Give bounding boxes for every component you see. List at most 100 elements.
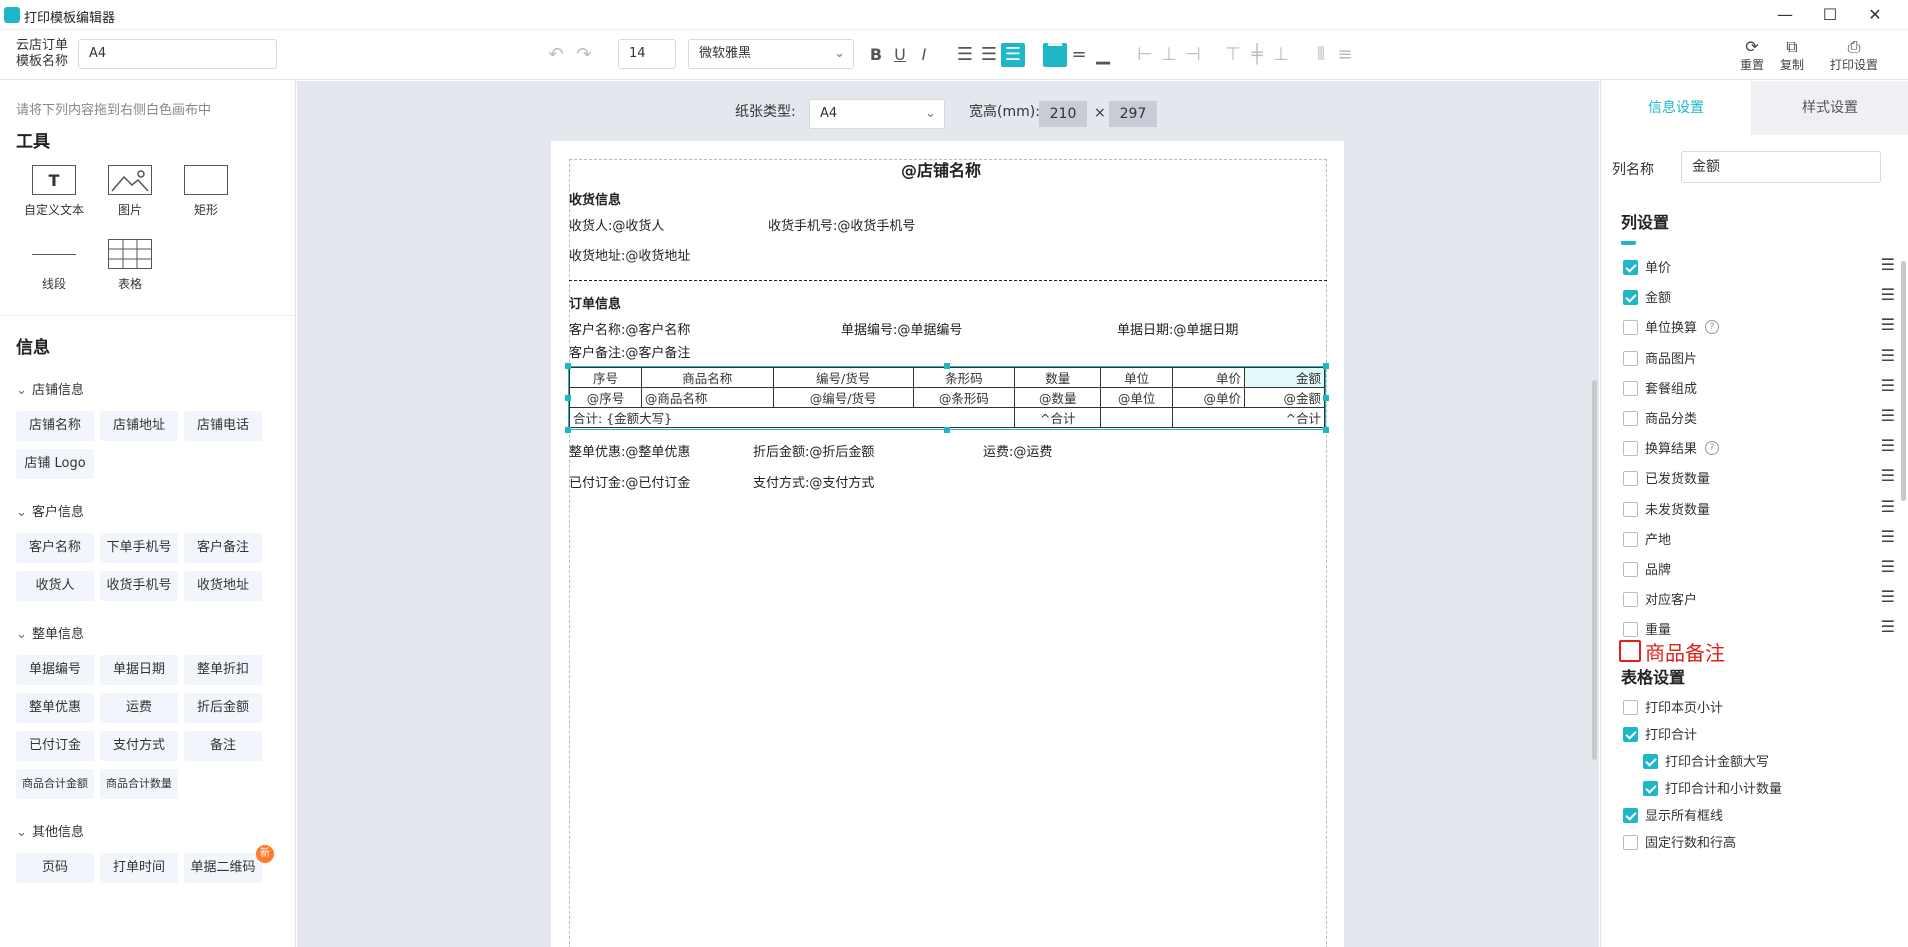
table-option[interactable]: 显示所有框线 — [1623, 803, 1895, 827]
chip-customer-name[interactable]: 客户名称 — [16, 533, 94, 563]
separator-line[interactable] — [569, 280, 1327, 281]
resize-handle[interactable] — [1323, 427, 1329, 433]
column-checkbox[interactable] — [1623, 531, 1638, 547]
chip-shop-phone[interactable]: 店铺电话 — [184, 411, 262, 441]
freight-field[interactable]: 运费:@运费 — [983, 441, 1052, 460]
resize-handle[interactable] — [565, 363, 571, 369]
drag-handle-icon[interactable]: ☰ — [1881, 406, 1895, 425]
help-icon[interactable]: ? — [1705, 320, 1719, 335]
chip-shop-logo[interactable]: 店铺 Logo — [16, 449, 94, 479]
after-discount-field[interactable]: 折后金额:@折后金额 — [753, 441, 874, 460]
doc-date-field[interactable]: 单据日期:@单据日期 — [1117, 319, 1238, 338]
print-settings-button[interactable]: ⎙ 打印设置 — [1830, 38, 1878, 73]
tool-custom-text[interactable]: T 自定义文本 — [14, 165, 94, 218]
chip-receiver-phone[interactable]: 收货手机号 — [100, 571, 178, 601]
discount-field[interactable]: 整单优惠:@整单优惠 — [569, 441, 690, 460]
group-customer-info[interactable]: ⌄ 客户信息 — [16, 501, 84, 520]
drag-handle-icon[interactable]: ☰ — [1881, 466, 1895, 485]
maximize-icon[interactable]: ☐ — [1815, 3, 1845, 27]
settings-scrollbar[interactable] — [1901, 261, 1906, 501]
chip-doc-date[interactable]: 单据日期 — [100, 655, 178, 685]
tool-table[interactable]: 表格 — [90, 239, 170, 292]
chip-page-no[interactable]: 页码 — [16, 853, 94, 883]
doc-no-field[interactable]: 单据编号:@单据编号 — [841, 319, 962, 338]
align-bottom-edge-icon[interactable]: ⊥ — [1269, 43, 1293, 67]
paper-width-input[interactable]: 210 — [1039, 101, 1087, 127]
column-checkbox[interactable] — [1623, 320, 1638, 336]
table-option[interactable]: 打印合计 — [1623, 722, 1895, 746]
group-other-info[interactable]: ⌄ 其他信息 — [16, 821, 84, 840]
tab-info-settings[interactable]: 信息设置 — [1601, 81, 1751, 135]
close-icon[interactable]: ✕ — [1860, 3, 1890, 27]
distribute-center-icon[interactable]: ⊥ — [1157, 43, 1181, 67]
column-option[interactable]: 换算结果? ☰ — [1623, 436, 1895, 460]
column-checkbox[interactable] — [1623, 411, 1638, 426]
reset-button[interactable]: ⟳ 重置 — [1740, 38, 1764, 73]
column-option[interactable]: 对应客户 ☰ — [1623, 587, 1895, 611]
table-option-checkbox[interactable] — [1623, 835, 1638, 850]
group-order-info[interactable]: ⌄ 整单信息 — [16, 623, 84, 642]
pay-method-field[interactable]: 支付方式:@支付方式 — [753, 472, 874, 491]
resize-handle[interactable] — [565, 395, 571, 401]
chip-receiver-address[interactable]: 收货地址 — [184, 571, 262, 601]
column-checkbox[interactable] — [1623, 562, 1638, 577]
v-spacing-icon[interactable]: ≡ — [1333, 43, 1357, 67]
column-option[interactable]: 单位换算? ☰ — [1623, 315, 1895, 339]
drag-handle-icon[interactable]: ☰ — [1881, 315, 1895, 334]
valign-bottom-icon[interactable]: ▁ — [1091, 43, 1115, 67]
drag-handle-icon[interactable]: ☰ — [1881, 436, 1895, 455]
deposit-field[interactable]: 已付订金:@已付订金 — [569, 472, 690, 491]
column-checkbox[interactable] — [1623, 350, 1638, 366]
h-spacing-icon[interactable]: ⫴ — [1309, 43, 1333, 67]
table-option-checkbox[interactable] — [1623, 808, 1638, 823]
resize-handle[interactable] — [944, 427, 950, 433]
help-icon[interactable]: ? — [1705, 441, 1719, 456]
chip-receiver[interactable]: 收货人 — [16, 571, 94, 601]
drag-handle-icon[interactable]: ☰ — [1881, 285, 1895, 304]
chip-order-discount[interactable]: 整单优惠 — [16, 693, 94, 723]
font-family-select[interactable]: 微软雅黑 ⌄ — [688, 39, 854, 69]
group-shop-info[interactable]: ⌄ 店铺信息 — [16, 379, 84, 398]
column-option[interactable]: 商品分类 ☰ — [1623, 406, 1895, 430]
chip-print-time[interactable]: 打单时间 — [100, 853, 178, 883]
column-checkbox[interactable] — [1623, 622, 1638, 638]
table-option-checkbox[interactable] — [1623, 727, 1638, 742]
chip-order-phone[interactable]: 下单手机号 — [100, 533, 178, 563]
paper-type-select[interactable]: A4 ⌄ — [809, 99, 945, 129]
table-option-checkbox[interactable] — [1643, 781, 1658, 796]
chip-deposit[interactable]: 已付订金 — [16, 731, 94, 761]
align-left-icon[interactable]: ☰ — [953, 43, 977, 67]
column-checkbox[interactable] — [1623, 592, 1638, 608]
italic-icon[interactable]: I — [912, 43, 936, 67]
drag-handle-icon[interactable]: ☰ — [1881, 346, 1895, 365]
chip-after-discount[interactable]: 折后金额 — [184, 693, 262, 723]
column-option[interactable]: 产地 ☰ — [1623, 527, 1895, 551]
table-option-checkbox[interactable] — [1623, 700, 1638, 715]
receiver-field[interactable]: 收货人:@收货人 — [569, 215, 664, 234]
column-checkbox[interactable] — [1623, 441, 1638, 457]
chip-order-discount-rate[interactable]: 整单折扣 — [184, 655, 262, 685]
column-option[interactable]: 金额 ☰ — [1623, 285, 1895, 309]
drag-handle-icon[interactable]: ☰ — [1881, 497, 1895, 516]
align-center-icon[interactable]: ☰ — [977, 43, 1001, 67]
column-option[interactable]: 未发货数量 ☰ — [1623, 497, 1895, 521]
table-option-checkbox[interactable] — [1643, 754, 1658, 769]
align-top-edge-icon[interactable]: ⊤ — [1221, 43, 1245, 67]
customer-note-field[interactable]: 客户备注:@客户备注 — [569, 342, 690, 361]
align-right-icon[interactable]: ☰ — [1001, 43, 1025, 67]
column-checkbox[interactable] — [1623, 471, 1638, 487]
resize-handle[interactable] — [565, 427, 571, 433]
drag-handle-icon[interactable]: ☰ — [1881, 617, 1895, 636]
tab-style-settings[interactable]: 样式设置 — [1751, 81, 1908, 135]
minimize-icon[interactable]: — — [1770, 3, 1800, 27]
col-name-input[interactable]: 金额 — [1681, 151, 1881, 183]
chip-qrcode[interactable]: 单据二维码 — [184, 853, 262, 883]
receive-info-title[interactable]: 收货信息 — [569, 189, 621, 208]
chip-goods-total-amount[interactable]: 商品合计金额 — [16, 769, 94, 799]
chip-shop-name[interactable]: 店铺名称 — [16, 411, 94, 441]
valign-top-icon[interactable]: ▔ — [1043, 43, 1067, 67]
column-checkbox[interactable] — [1623, 260, 1638, 275]
chip-doc-no[interactable]: 单据编号 — [16, 655, 94, 685]
template-name-input[interactable]: A4 — [78, 39, 277, 69]
underline-icon[interactable]: U — [888, 43, 912, 67]
